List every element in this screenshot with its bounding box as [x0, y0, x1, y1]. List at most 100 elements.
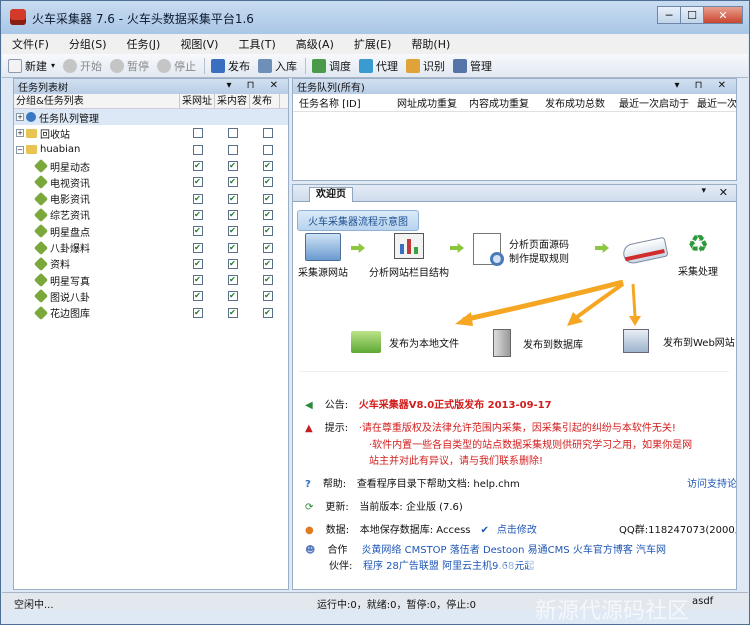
task-checkbox[interactable] — [262, 144, 273, 155]
manage-button[interactable]: 管理 — [453, 58, 492, 74]
task-checkbox[interactable]: ✔ — [227, 193, 238, 204]
task-checkbox[interactable]: ✔ — [192, 193, 203, 204]
dropdown-icon[interactable]: ▾ — [51, 61, 55, 70]
tree-item-label: 明星写真 — [50, 276, 90, 288]
queue-col-url[interactable]: 网址成功重复 — [391, 95, 463, 110]
task-checkbox[interactable]: ✔ — [227, 209, 238, 220]
menu-help[interactable]: 帮助(H) — [401, 36, 460, 52]
tree-row[interactable]: 图说八卦 ✔ ✔ ✔ — [14, 288, 288, 304]
stop-button[interactable]: 停止 — [157, 58, 196, 74]
task-checkbox[interactable]: ✔ — [227, 307, 238, 318]
expand-toggle-icon[interactable]: + — [16, 129, 24, 138]
menu-tools[interactable]: 工具(T) — [228, 36, 285, 52]
queue-col-publish[interactable]: 发布成功总数 — [539, 95, 613, 110]
row-text[interactable]: 火车采集器V8.0正式版发布 2013-09-17 — [359, 400, 552, 411]
publish-button[interactable]: 发布 — [211, 58, 250, 74]
schedule-button[interactable]: 调度 — [312, 58, 351, 74]
task-checkbox[interactable]: ✔ — [262, 258, 273, 269]
tree-row[interactable]: 电影资讯 ✔ ✔ ✔ — [14, 190, 288, 206]
tree-row[interactable]: 电视资讯 ✔ ✔ ✔ — [14, 174, 288, 190]
task-checkbox[interactable] — [192, 144, 203, 155]
task-checkbox[interactable]: ✔ — [192, 226, 203, 237]
train-icon — [621, 236, 673, 266]
task-checkbox[interactable]: ✔ — [227, 161, 238, 172]
tree-row[interactable]: 花边图库 ✔ ✔ ✔ — [14, 305, 288, 321]
task-checkbox[interactable]: ✔ — [227, 275, 238, 286]
task-checkbox[interactable]: ✔ — [262, 226, 273, 237]
recognize-button[interactable]: 识别 — [406, 58, 445, 74]
task-checkbox[interactable]: ✔ — [192, 307, 203, 318]
maximize-button[interactable]: ☐ — [680, 6, 704, 24]
support-link[interactable]: 访问支持论 — [687, 475, 736, 490]
task-checkbox[interactable]: ✔ — [227, 258, 238, 269]
task-checkbox[interactable]: ✔ — [262, 291, 273, 302]
queue-col-last-start[interactable]: 最近一次启动于 — [613, 95, 691, 110]
pause-button[interactable]: 暂停 — [110, 58, 149, 74]
tab-welcome[interactable]: 欢迎页 — [309, 187, 353, 202]
task-checkbox[interactable]: ✔ — [192, 161, 203, 172]
proxy-button[interactable]: 代理 — [359, 58, 398, 74]
task-checkbox[interactable]: ✔ — [227, 242, 238, 253]
queue-col-content[interactable]: 内容成功重复 — [463, 95, 539, 110]
task-checkbox[interactable]: ✔ — [262, 161, 273, 172]
task-checkbox[interactable]: ✔ — [262, 193, 273, 204]
tree-row[interactable]: 资料 ✔ ✔ ✔ — [14, 256, 288, 272]
task-checkbox[interactable]: ✔ — [262, 242, 273, 253]
menu-file[interactable]: 文件(F) — [2, 36, 59, 52]
minimize-button[interactable]: ─ — [657, 6, 681, 24]
task-checkbox[interactable]: ✔ — [227, 177, 238, 188]
task-checkbox[interactable]: ✔ — [262, 307, 273, 318]
new-button[interactable]: 新建 ▾ — [8, 58, 55, 74]
task-checkbox[interactable] — [227, 128, 238, 139]
close-button[interactable]: ✕ — [703, 6, 743, 24]
task-checkbox[interactable] — [192, 128, 203, 139]
panel-controls[interactable]: ▾ ⊓ ✕ — [674, 80, 732, 91]
tree-row[interactable]: 明星写真 ✔ ✔ ✔ — [14, 272, 288, 288]
col-group[interactable]: 分组&任务列表 — [14, 94, 180, 108]
task-checkbox[interactable] — [227, 144, 238, 155]
queue-col-last[interactable]: 最近一次 — [691, 95, 736, 110]
expand-toggle-icon[interactable]: + — [16, 113, 24, 122]
task-checkbox[interactable]: ✔ — [192, 275, 203, 286]
start-button[interactable]: 开始 — [63, 58, 102, 74]
task-checkbox[interactable]: ✔ — [192, 258, 203, 269]
menu-task[interactable]: 任务(J) — [117, 36, 171, 52]
task-checkbox[interactable]: ✔ — [227, 291, 238, 302]
output-web: 发布到Web网站 — [623, 329, 735, 353]
tab-close-icon[interactable]: ✕ — [719, 186, 728, 199]
panel-controls[interactable]: ▾ ⊓ ✕ — [226, 80, 284, 91]
expand-toggle-icon[interactable]: − — [16, 145, 24, 154]
task-checkbox[interactable]: ✔ — [262, 275, 273, 286]
tree-row[interactable]: 明星盘点 ✔ ✔ ✔ — [14, 223, 288, 239]
col-content[interactable]: 采内容 — [215, 94, 250, 108]
tree-row[interactable]: + 回收站 — [14, 125, 288, 141]
task-checkbox[interactable] — [262, 128, 273, 139]
task-checkbox[interactable]: ✔ — [192, 291, 203, 302]
tree-row[interactable]: 综艺资讯 ✔ ✔ ✔ — [14, 207, 288, 223]
task-checkbox[interactable]: ✔ — [192, 177, 203, 188]
menu-advanced[interactable]: 高级(A) — [286, 36, 344, 52]
tab-list-icon[interactable]: ▾ — [701, 186, 706, 196]
import-button[interactable]: 入库 — [258, 58, 297, 74]
menu-group[interactable]: 分组(S) — [59, 36, 117, 52]
menu-extend[interactable]: 扩展(E) — [344, 36, 402, 52]
col-url[interactable]: 采网址 — [180, 94, 215, 108]
task-checkbox[interactable]: ✔ — [192, 242, 203, 253]
menu-view[interactable]: 视图(V) — [170, 36, 228, 52]
tree-row[interactable]: 明星动态 ✔ ✔ ✔ — [14, 158, 288, 174]
tree-row[interactable]: − huabian — [14, 142, 288, 158]
speaker-icon: ◀ — [305, 400, 313, 411]
queue-col-name[interactable]: 任务名称 [ID] — [293, 95, 391, 110]
recognize-label: 识别 — [423, 59, 446, 73]
watermark-logo: XYDai.cn — [489, 551, 699, 597]
change-db-link[interactable]: 点击修改 — [497, 525, 537, 536]
task-checkbox[interactable]: ✔ — [262, 177, 273, 188]
task-checkbox[interactable]: ✔ — [192, 209, 203, 220]
title-bar[interactable]: 火车采集器 7.6 - 火车头数据采集平台1.6 ─ ☐ ✕ — [1, 1, 749, 34]
task-checkbox[interactable]: ✔ — [262, 209, 273, 220]
col-publish[interactable]: 发布 — [250, 94, 280, 108]
tree-row[interactable]: 八卦爆料 ✔ ✔ ✔ — [14, 239, 288, 255]
row-text[interactable]: 查看程序目录下帮助文档: help.chm — [357, 479, 520, 490]
tree-row[interactable]: + 任务队列管理 — [14, 109, 288, 126]
task-checkbox[interactable]: ✔ — [227, 226, 238, 237]
